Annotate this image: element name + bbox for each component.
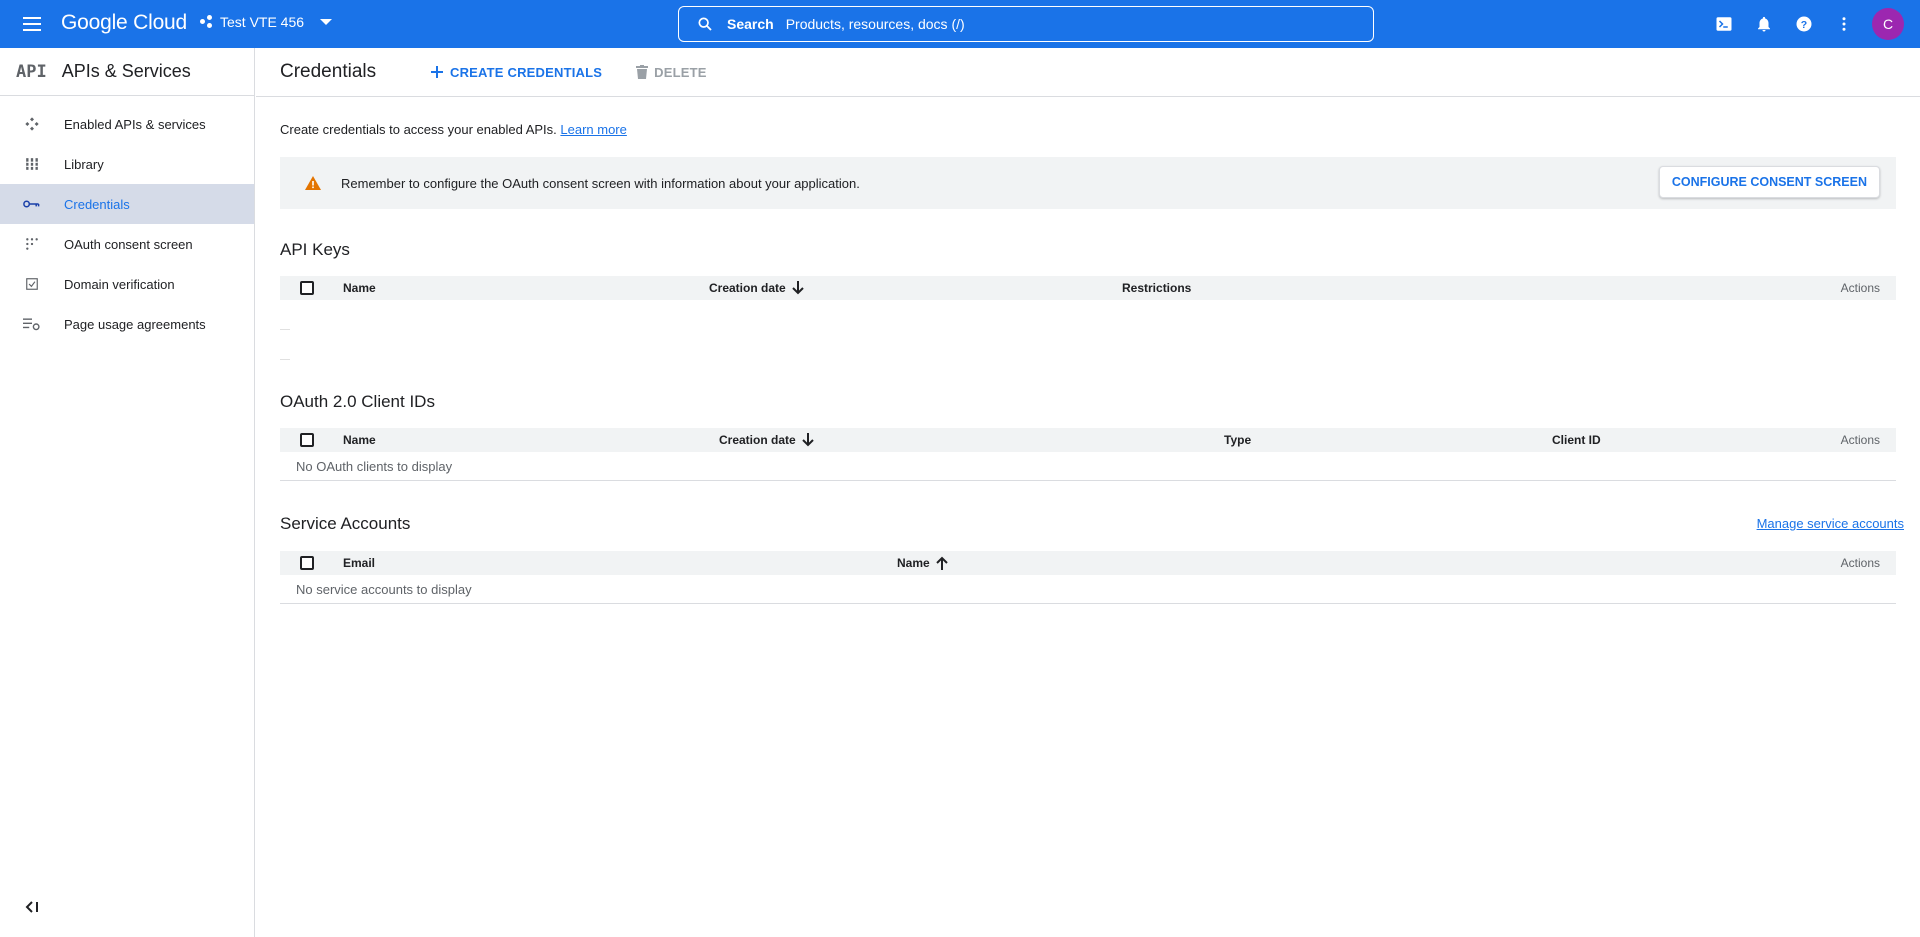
api-keys-divider <box>280 359 290 360</box>
project-hierarchy-icon <box>200 15 214 29</box>
cloud-shell-icon[interactable] <box>1704 4 1744 44</box>
delete-button[interactable]: DELETE <box>636 65 706 80</box>
arrow-down-icon <box>801 433 814 447</box>
svg-text:?: ? <box>1801 19 1807 31</box>
sidebar-header: API APIs & Services <box>0 48 254 96</box>
column-actions: Actions <box>1840 433 1880 447</box>
project-name: Test VTE 456 <box>220 14 305 30</box>
service-accounts-empty-row: No service accounts to display <box>280 576 1896 604</box>
sidebar-nav: Enabled APIs & services Library Credenti… <box>0 104 254 344</box>
column-email[interactable]: Email <box>343 556 375 570</box>
chevron-down-icon <box>320 19 333 25</box>
column-name[interactable]: Name <box>343 433 376 447</box>
project-picker[interactable]: Test VTE 456 <box>200 14 333 30</box>
sidebar-item-library[interactable]: Library <box>0 144 254 184</box>
sidebar-item-label: Page usage agreements <box>64 316 206 332</box>
sidebar-item-label: Enabled APIs & services <box>64 116 206 132</box>
sidebar-item-credentials[interactable]: Credentials <box>0 184 254 224</box>
google-cloud-logo[interactable]: Google Cloud <box>61 11 187 35</box>
search-icon <box>698 17 712 31</box>
arrow-down-icon <box>791 281 804 295</box>
api-keys-table-header: Name Creation date Restrictions Actions <box>280 276 1896 300</box>
intro-text: Create credentials to access your enable… <box>280 122 627 137</box>
api-hub-icon <box>0 116 64 132</box>
manage-service-accounts-link[interactable]: Manage service accounts <box>1757 516 1904 531</box>
sidebar-item-label: OAuth consent screen <box>64 236 193 252</box>
intro-description: Create credentials to access your enable… <box>280 122 557 137</box>
search-input[interactable]: Search Products, resources, docs (/) <box>678 6 1374 42</box>
sidebar-item-page-usage-agreements[interactable]: Page usage agreements <box>0 304 254 344</box>
select-all-service-accounts-checkbox[interactable] <box>300 556 314 570</box>
sidebar-item-label: Domain verification <box>64 276 175 292</box>
oauth-warning-banner: Remember to configure the OAuth consent … <box>280 157 1896 209</box>
top-app-bar: Google Cloud Test VTE 456 Search Product… <box>0 0 1920 48</box>
main-content: Credentials CREATE CREDENTIALS DELETE Cr… <box>256 48 1920 937</box>
key-icon <box>0 198 64 210</box>
sidebar-item-oauth-consent[interactable]: OAuth consent screen <box>0 224 254 264</box>
column-type[interactable]: Type <box>1224 433 1251 447</box>
configure-consent-screen-button[interactable]: CONFIGURE CONSENT SCREEN <box>1658 166 1880 198</box>
column-name[interactable]: Name <box>343 281 376 295</box>
column-restrictions[interactable]: Restrictions <box>1122 281 1191 295</box>
arrow-up-icon <box>935 556 948 570</box>
notifications-bell-icon[interactable] <box>1744 4 1784 44</box>
service-accounts-table-header: Email Name Actions <box>280 551 1896 575</box>
account-avatar[interactable]: C <box>1872 8 1904 40</box>
search-placeholder: Products, resources, docs (/) <box>785 16 965 32</box>
create-credentials-button[interactable]: CREATE CREDENTIALS <box>430 65 602 80</box>
select-all-oauth-checkbox[interactable] <box>300 433 314 447</box>
more-vert-icon[interactable] <box>1824 4 1864 44</box>
help-icon[interactable]: ? <box>1784 4 1824 44</box>
action-bar: Credentials CREATE CREDENTIALS DELETE <box>256 48 1920 97</box>
page-title: Credentials <box>280 61 377 82</box>
api-logo: API <box>16 61 47 82</box>
consent-dots-icon <box>0 237 64 251</box>
collapse-sidebar-icon[interactable] <box>22 897 42 917</box>
column-creation-date[interactable]: Creation date <box>709 281 804 295</box>
sidebar: API APIs & Services Enabled APIs & servi… <box>0 48 255 937</box>
column-name[interactable]: Name <box>897 556 948 570</box>
hamburger-menu-icon[interactable] <box>20 12 44 36</box>
delete-label: DELETE <box>654 64 707 80</box>
plus-icon <box>431 66 443 78</box>
sidebar-title: APIs & Services <box>61 61 191 81</box>
top-bar-actions: ? C <box>1704 0 1920 48</box>
column-actions: Actions <box>1840 556 1880 570</box>
search-label: Search <box>727 16 774 32</box>
oauth-table-header: Name Creation date Type Client ID Action… <box>280 428 1896 452</box>
checkbox-icon <box>0 277 64 291</box>
banner-message: Remember to configure the OAuth consent … <box>341 175 860 191</box>
warning-icon <box>305 176 321 190</box>
column-creation-date[interactable]: Creation date <box>719 433 814 447</box>
sidebar-item-label: Library <box>64 156 104 172</box>
settings-list-icon <box>0 316 64 332</box>
oauth-empty-row: No OAuth clients to display <box>280 453 1896 481</box>
create-credentials-label: CREATE CREDENTIALS <box>450 64 603 80</box>
service-accounts-title: Service Accounts <box>280 514 411 533</box>
api-keys-title: API Keys <box>280 240 350 259</box>
column-client-id[interactable]: Client ID <box>1552 433 1601 447</box>
library-grid-icon <box>0 157 64 171</box>
api-keys-divider <box>280 329 290 330</box>
select-all-api-keys-checkbox[interactable] <box>300 281 314 295</box>
oauth-client-ids-title: OAuth 2.0 Client IDs <box>280 392 435 411</box>
sidebar-item-enabled-apis[interactable]: Enabled APIs & services <box>0 104 254 144</box>
trash-icon <box>636 65 649 79</box>
learn-more-link[interactable]: Learn more <box>560 122 626 137</box>
sidebar-item-label: Credentials <box>64 196 130 212</box>
column-actions: Actions <box>1840 281 1880 295</box>
sidebar-item-domain-verification[interactable]: Domain verification <box>0 264 254 304</box>
